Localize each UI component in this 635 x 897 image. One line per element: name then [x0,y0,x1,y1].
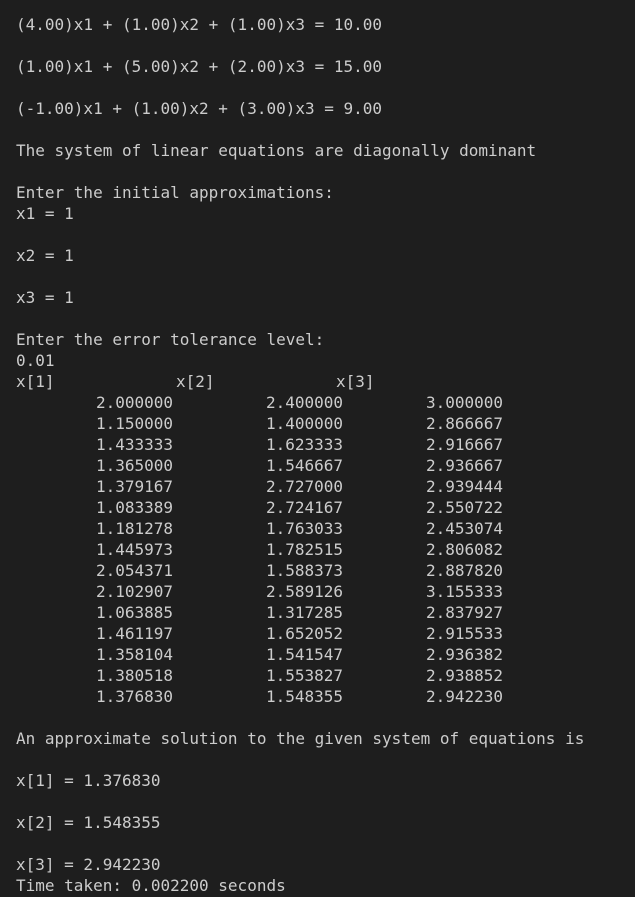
table-cell-x2: 1.553827 [266,666,344,685]
solution-x2: x[2] = 1.548355 [16,813,161,832]
table-cell-x3: 2.866667 [426,414,504,433]
equation-line-2: (1.00)x1 + (5.00)x2 + (2.00)x3 = 15.00 [16,57,383,76]
table-cell-x2: 2.589126 [266,582,344,601]
tolerance-value: 0.01 [16,351,55,370]
table-cell-x3: 2.887820 [426,561,504,580]
table-cell-x1: 1.083389 [96,498,174,517]
table-cell-x1: 1.380518 [96,666,174,685]
table-cell-x3: 2.936667 [426,456,504,475]
equation-line-3: (-1.00)x1 + (1.00)x2 + (3.00)x3 = 9.00 [16,99,383,118]
table-cell-x2: 1.782515 [266,540,344,559]
tolerance-prompt: Enter the error tolerance level: [16,330,325,349]
initial-value-x3: x3 = 1 [16,288,74,307]
table-cell-x3: 3.155333 [426,582,504,601]
table-header-x3: x[3] [336,372,375,391]
table-cell-x3: 2.942230 [426,687,504,706]
table-cell-x2: 1.652052 [266,624,344,643]
solution-x1: x[1] = 1.376830 [16,771,161,790]
table-cell-x1: 1.365000 [96,456,174,475]
initial-value-x2: x2 = 1 [16,246,74,265]
table-cell-x1: 1.358104 [96,645,174,664]
table-cell-x3: 2.938852 [426,666,504,685]
time-taken: Time taken: 0.002200 seconds [16,876,286,895]
table-cell-x3: 2.550722 [426,498,504,517]
table-header-x1: x[1] [16,372,55,391]
table-cell-x1: 1.433333 [96,435,174,454]
table-cell-x1: 1.445973 [96,540,174,559]
table-cell-x2: 1.588373 [266,561,344,580]
table-cell-x2: 1.546667 [266,456,344,475]
initial-value-x1: x1 = 1 [16,204,74,223]
table-cell-x1: 1.461197 [96,624,174,643]
dominance-message: The system of linear equations are diago… [16,141,537,160]
table-cell-x2: 1.400000 [266,414,344,433]
table-cell-x2: 2.724167 [266,498,344,517]
equation-line-1: (4.00)x1 + (1.00)x2 + (1.00)x3 = 10.00 [16,15,383,34]
table-cell-x1: 1.150000 [96,414,174,433]
table-cell-x3: 2.939444 [426,477,504,496]
table-cell-x2: 2.400000 [266,393,344,412]
table-cell-x2: 2.727000 [266,477,344,496]
table-cell-x1: 1.181278 [96,519,174,538]
solution-message: An approximate solution to the given sys… [16,729,585,748]
table-cell-x1: 1.063885 [96,603,174,622]
table-cell-x3: 2.936382 [426,645,504,664]
table-cell-x3: 2.837927 [426,603,504,622]
table-cell-x2: 1.317285 [266,603,344,622]
table-cell-x2: 1.763033 [266,519,344,538]
table-header-x2: x[2] [176,372,215,391]
table-cell-x3: 2.453074 [426,519,504,538]
table-cell-x1: 2.102907 [96,582,174,601]
table-cell-x1: 1.379167 [96,477,174,496]
table-cell-x1: 1.376830 [96,687,174,706]
table-cell-x3: 2.806082 [426,540,504,559]
table-cell-x3: 2.916667 [426,435,504,454]
table-cell-x2: 1.623333 [266,435,344,454]
initial-approximation-prompt: Enter the initial approximations: [16,183,334,202]
table-cell-x1: 2.000000 [96,393,174,412]
table-cell-x3: 3.000000 [426,393,504,412]
table-cell-x3: 2.915533 [426,624,504,643]
table-cell-x1: 2.054371 [96,561,174,580]
solution-x3: x[3] = 2.942230 [16,855,161,874]
table-cell-x2: 1.541547 [266,645,344,664]
terminal-output: { "equations": [ "(4.00)x1 + (1.00)x2 + … [0,0,635,897]
table-cell-x2: 1.548355 [266,687,344,706]
